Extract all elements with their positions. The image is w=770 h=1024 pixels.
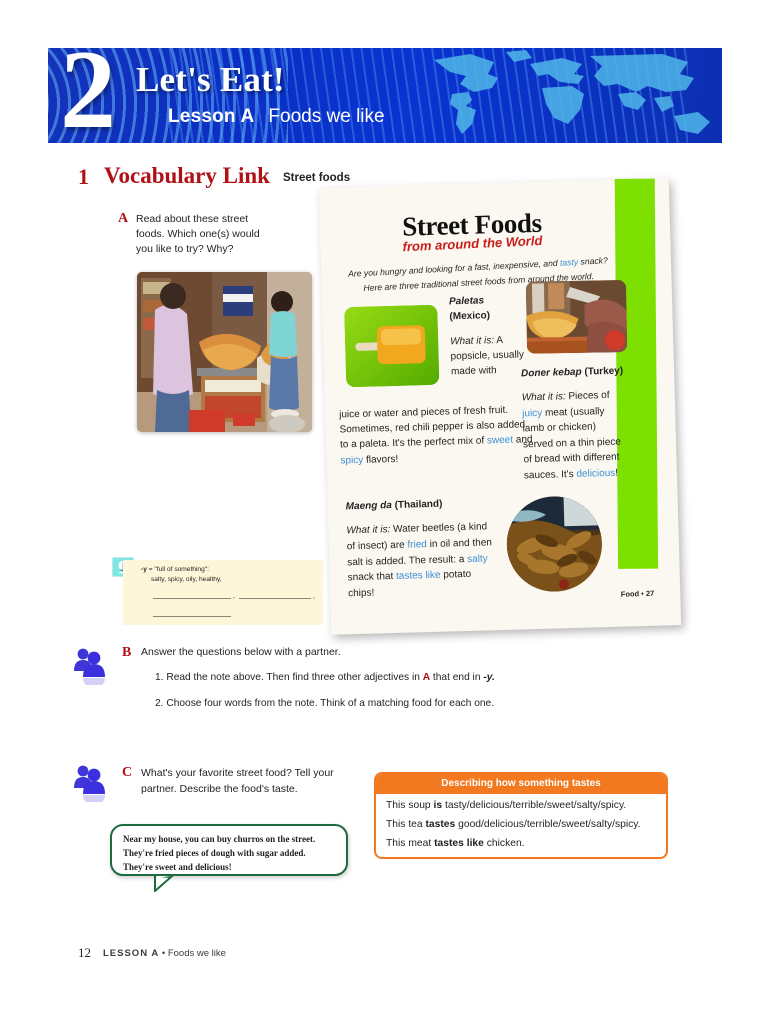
paleta-name: Paletas xyxy=(448,295,485,308)
exercise-b-instruction: Answer the questions below with a partne… xyxy=(141,646,341,658)
maeng-da-body: What it is: Water beetles (a kind of ins… xyxy=(346,519,498,602)
tastes-row-2: This tea tastes good/delicious/terrible/… xyxy=(376,813,666,832)
lesson-topic: Foods we like xyxy=(268,106,385,127)
note-answer-comma-2: , xyxy=(313,593,315,600)
page-title: Vocabulary Link xyxy=(104,163,270,188)
paleta-body-rest-3: flavors! xyxy=(363,453,399,466)
tastes-row-3: This meat tastes like chicken. xyxy=(376,832,666,851)
world-map-icon xyxy=(434,50,710,134)
footer-lesson-label: LESSON A xyxy=(103,948,160,959)
doner-what-it-is-label: What it is: xyxy=(521,391,566,404)
doner-highlight-delicious: delicious xyxy=(576,467,616,480)
tastes-box-heading: Describing how something tastes xyxy=(376,774,666,794)
insert-folio: Food • 27 xyxy=(620,588,655,599)
maeng-da-body-3: snack that xyxy=(347,571,397,584)
footer-separator: • xyxy=(159,948,168,959)
note-answer-line-1[interactable] xyxy=(153,598,231,599)
tastes-reference-box: Describing how something tastes This sou… xyxy=(374,772,668,859)
note-definition: = "full of something": xyxy=(146,566,209,573)
lede-part-2: snack? xyxy=(577,255,608,267)
maeng-da-caption: Maeng da (Thailand) xyxy=(345,497,506,513)
exercise-b-item-2-text: Choose four words from the note. Think o… xyxy=(166,698,495,709)
exercise-b-item-1-suffix: -y. xyxy=(483,672,495,683)
doner-kebap-photo xyxy=(525,279,628,354)
exercise-b-item-2: 2. Choose four words from the note. Thin… xyxy=(155,698,494,709)
grammar-note-box: -y = "full of something": salty, spicy, … xyxy=(123,560,323,625)
pair-work-icon-c xyxy=(70,762,110,804)
section-number: 1 xyxy=(78,164,89,189)
tastes-row-3-bold: tastes like xyxy=(434,837,484,849)
doner-highlight-juicy: juicy xyxy=(522,407,543,419)
exercise-b-item-1-text-2: that end in xyxy=(430,672,484,683)
maeng-da-name: Maeng da xyxy=(345,500,393,513)
paleta-country: (Mexico) xyxy=(449,309,491,322)
tastes-row-1-post: tasty/delicious/terrible/sweet/salty/spi… xyxy=(442,800,627,811)
unit-number: 2 xyxy=(60,48,116,143)
paleta-body-rest: juice or water and pieces of fresh fruit… xyxy=(339,402,537,468)
lede-highlight-tasty: tasty xyxy=(559,256,579,268)
magazine-insert: Street Foods from around the World Are y… xyxy=(318,178,682,635)
footer-topic: Foods we like xyxy=(167,948,226,959)
doner-body-3: ! xyxy=(615,467,619,479)
exercise-a-letter: A xyxy=(118,211,129,226)
paleta-photo xyxy=(344,304,440,388)
maeng-da-highlight-salty: salty xyxy=(466,552,488,565)
paleta-highlight-sweet: sweet xyxy=(486,435,514,447)
paleta-what-it-is-label: What it is: xyxy=(450,335,495,348)
exercise-b-item-1-ref: A xyxy=(422,672,431,683)
fried-water-beetles-photo xyxy=(505,495,604,593)
exercise-b-item-1-text-1: Read the note above. Then find three oth… xyxy=(166,672,423,683)
exercise-c-letter: C xyxy=(122,765,133,780)
maeng-da-highlight-fried: fried xyxy=(407,538,428,551)
exercise-b-item-1: 1. Read the note above. Then find three … xyxy=(155,672,495,683)
exercise-c-instruction: What's your favorite street food? Tell y… xyxy=(141,767,334,795)
tastes-row-3-post: chicken. xyxy=(483,837,525,849)
tastes-row-2-post: good/delicious/terrible/sweet/salty/spic… xyxy=(455,818,641,830)
note-text: -y = "full of something": salty, spicy, … xyxy=(141,565,311,585)
maeng-da-country: (Thailand) xyxy=(394,498,443,511)
speech-bubble-tail-icon xyxy=(154,876,174,892)
speech-bubble: Near my house, you can buy churros on th… xyxy=(110,824,348,892)
doner-body: What it is: Pieces of juicy meat (usuall… xyxy=(522,388,623,484)
lesson-subtitle: Lesson A Foods we like xyxy=(168,106,385,128)
exercise-a-instruction: Read about these street foods. Which one… xyxy=(136,213,260,255)
doner-body-1: Pieces of xyxy=(565,389,610,403)
tastes-row-3-pre: This meat xyxy=(386,837,435,849)
tastes-row-1-pre: This soup xyxy=(386,800,434,811)
note-examples: salty, spicy, oily, healthy, xyxy=(151,576,222,584)
page-number: 12 xyxy=(78,945,91,960)
exercise-b-item-2-number: 2. xyxy=(155,698,164,709)
note-answer-comma-1: , xyxy=(233,593,235,600)
exercise-b-item-1-number: 1. xyxy=(155,672,164,683)
street-vendor-photo xyxy=(137,272,312,432)
tastes-row-1: This soup is tasty/delicious/terrible/sw… xyxy=(376,794,666,813)
note-answer-line-3[interactable] xyxy=(153,616,231,617)
unit-banner: 2 Let's Eat! Lesson A Foods we like xyxy=(48,48,722,143)
lesson-label: Lesson A xyxy=(168,106,255,127)
exercise-b-letter: B xyxy=(122,645,132,660)
doner-name: Doner kebap xyxy=(520,366,582,380)
unit-title: Let's Eat! xyxy=(136,60,285,99)
section-topic: Street foods xyxy=(283,172,351,184)
tastes-row-2-pre: This tea xyxy=(386,818,426,830)
footer-text: LESSON A • Foods we like xyxy=(103,948,226,959)
pair-work-icon xyxy=(70,645,110,687)
maeng-da-highlight-tastes-like: tastes like xyxy=(395,570,441,583)
paleta-highlight-spicy: spicy xyxy=(340,454,364,467)
doner-caption: Doner kebap (Turkey) xyxy=(521,365,651,380)
tastes-row-2-bold: tastes xyxy=(425,818,456,830)
speech-bubble-text: Near my house, you can buy churros on th… xyxy=(123,834,316,872)
tastes-row-1-bold: is xyxy=(433,800,443,811)
note-answer-line-2[interactable] xyxy=(239,598,311,599)
doner-country: (Turkey) xyxy=(584,365,624,378)
maeng-da-what-it-is-label: What it is: xyxy=(346,524,391,537)
